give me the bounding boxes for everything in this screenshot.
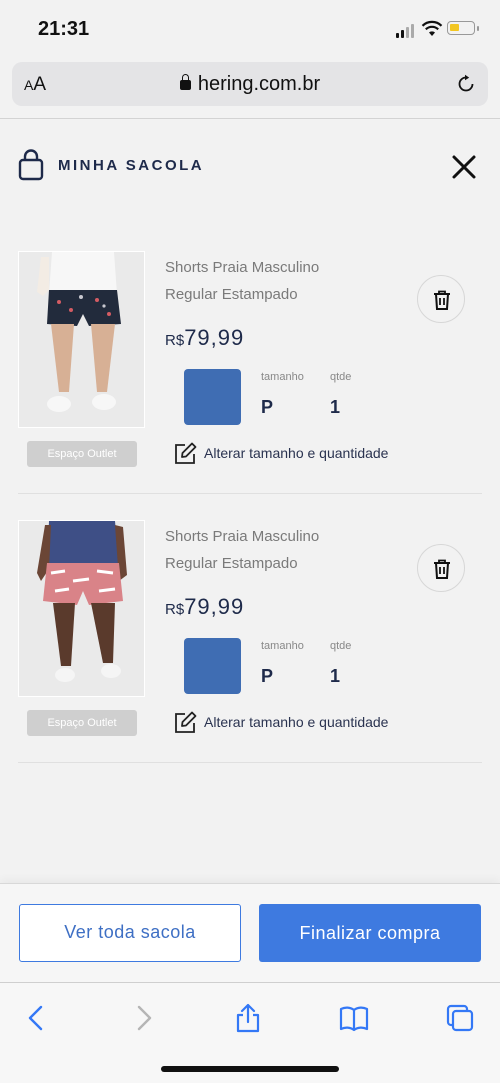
product-image[interactable]	[18, 251, 145, 428]
lock-icon	[179, 74, 191, 90]
bag-title: MINHA SACOLA	[58, 157, 205, 174]
quantity-label: qtde	[330, 371, 352, 383]
color-swatch	[184, 369, 241, 425]
quantity-value: 1	[330, 666, 341, 686]
product-name[interactable]: Shorts Praia Masculino	[165, 528, 319, 545]
share-icon[interactable]	[233, 1003, 263, 1033]
url-display[interactable]: hering.com.br	[12, 73, 488, 96]
address-bar[interactable]: AA hering.com.br	[12, 62, 488, 106]
shopping-bag-icon	[18, 149, 44, 181]
tabs-icon[interactable]	[445, 1003, 475, 1033]
wifi-icon	[421, 20, 443, 36]
quantity-label: qtde	[330, 640, 352, 652]
trash-icon	[434, 290, 450, 310]
edit-icon[interactable]	[172, 441, 198, 467]
currency-symbol: R$	[165, 601, 185, 618]
outlet-badge: Espaço Outlet	[27, 710, 137, 736]
product-price: R$79,99	[165, 594, 244, 620]
cart-item: Espaço Outlet Shorts Praia Masculino Reg…	[0, 251, 500, 519]
currency-symbol: R$	[165, 332, 185, 349]
bookmarks-icon[interactable]	[339, 1003, 369, 1033]
size-label: tamanho	[261, 371, 304, 383]
forward-icon[interactable]	[128, 1003, 158, 1033]
close-icon[interactable]	[450, 153, 478, 181]
status-bar: 21:31	[0, 0, 500, 58]
remove-item-button[interactable]	[417, 544, 465, 592]
product-price: R$79,99	[165, 325, 244, 351]
bag-footer: Ver toda sacola Finalizar compra	[0, 883, 500, 982]
reload-icon[interactable]	[456, 74, 476, 94]
view-bag-button[interactable]: Ver toda sacola	[19, 904, 241, 962]
url-text: hering.com.br	[197, 73, 321, 95]
product-name-line2[interactable]: Regular Estampado	[165, 286, 298, 303]
size-label: tamanho	[261, 640, 304, 652]
quantity-value: 1	[330, 397, 341, 417]
product-image[interactable]	[18, 520, 145, 697]
price-value: 79,99	[184, 325, 245, 350]
size-value: P	[261, 666, 274, 686]
battery-icon	[447, 21, 479, 35]
size-value: P	[261, 397, 274, 417]
edit-size-quantity-link[interactable]: Alterar tamanho e quantidade	[204, 714, 388, 730]
cart-item: Espaço Outlet Shorts Praia Masculino Reg…	[0, 520, 500, 788]
edit-icon[interactable]	[172, 710, 198, 736]
product-name[interactable]: Shorts Praia Masculino	[165, 259, 319, 276]
status-time: 21:31	[38, 18, 90, 40]
checkout-button[interactable]: Finalizar compra	[259, 904, 481, 962]
bag-header: MINHA SACOLA	[0, 119, 500, 209]
back-icon[interactable]	[22, 1003, 52, 1033]
signal-icon	[396, 22, 416, 38]
home-indicator	[161, 1066, 339, 1072]
edit-size-quantity-link[interactable]: Alterar tamanho e quantidade	[204, 445, 388, 461]
item-divider	[18, 493, 482, 494]
trash-icon	[434, 559, 450, 579]
outlet-badge: Espaço Outlet	[27, 441, 137, 467]
item-divider	[18, 762, 482, 763]
price-value: 79,99	[184, 594, 245, 619]
color-swatch	[184, 638, 241, 694]
product-name-line2[interactable]: Regular Estampado	[165, 555, 298, 572]
remove-item-button[interactable]	[417, 275, 465, 323]
